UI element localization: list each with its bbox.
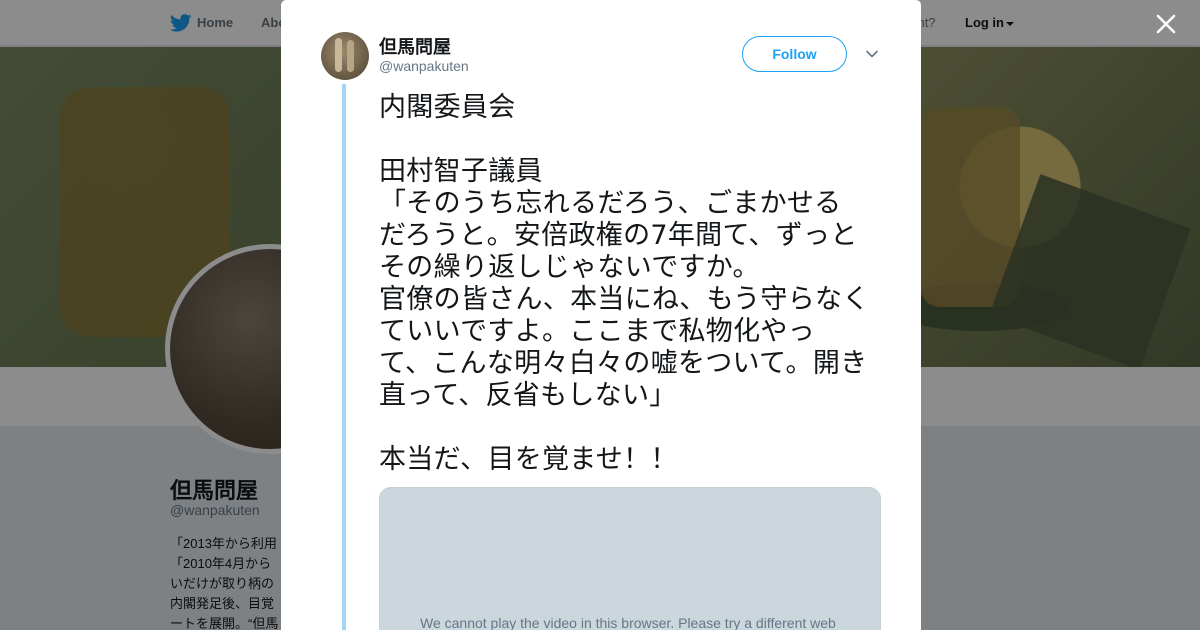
tweet-line: て、こんな明々白々の嘘をついて。開き	[379, 348, 868, 379]
tweet-line: 田村智子議員	[379, 156, 543, 187]
tweet-line: 内閣委員会	[379, 92, 516, 123]
avatar-figure	[347, 40, 354, 72]
tweet-modal: 但馬問屋 @wanpakuten Follow 内閣委員会 田村智子議員 「その…	[281, 0, 921, 630]
tweet-line: 本当だ、目を覚ませ！！	[379, 444, 678, 475]
author-avatar[interactable]	[321, 32, 369, 80]
chevron-down-icon[interactable]	[865, 48, 879, 60]
close-icon[interactable]	[1152, 10, 1180, 38]
tweet-line: ていいですよ。ここまで私物化やっ	[379, 316, 815, 347]
tweet-line	[379, 124, 889, 156]
tweet-text: 内閣委員会 田村智子議員 「そのうち忘れるだろう、ごまかせる だろうと。安倍政権…	[379, 92, 889, 476]
tweet-line	[379, 412, 889, 444]
tweet-line: その繰り返しじゃないですか。	[379, 252, 760, 283]
avatar-figure	[335, 38, 342, 72]
tweet-line: だろうと。安倍政権の7年間て、ずっと	[379, 220, 858, 251]
tweet-line: 直って、反省もしない」	[379, 380, 677, 411]
thread-line	[342, 84, 346, 630]
video-player[interactable]: We cannot play the video in this browser…	[379, 487, 881, 630]
follow-button[interactable]: Follow	[742, 36, 847, 72]
tweet-line: 官僚の皆さん、本当にね、もう守らなく	[379, 284, 870, 315]
author-handle[interactable]: @wanpakuten	[379, 58, 469, 74]
video-unsupported-message: We cannot play the video in this browser…	[420, 615, 836, 630]
tweet-line: 「そのうち忘れるだろう、ごまかせる	[379, 188, 842, 219]
author-name[interactable]: 但馬問屋	[379, 33, 451, 59]
